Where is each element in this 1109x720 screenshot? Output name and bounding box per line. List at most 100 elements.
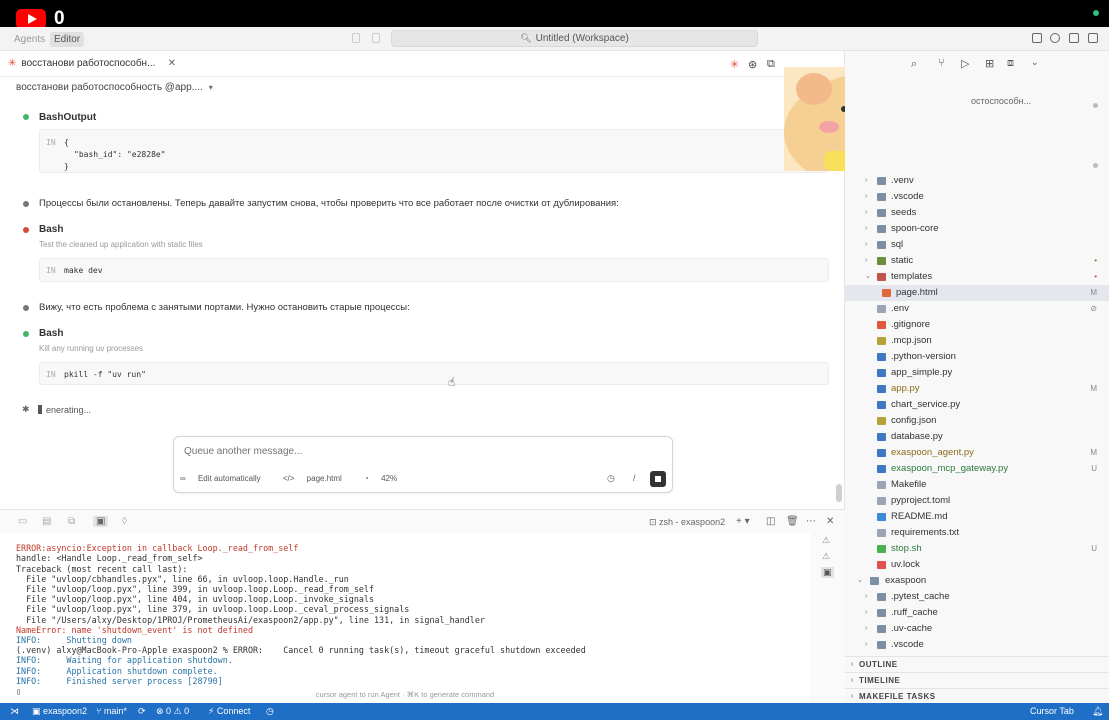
title-bar: Agents Editor 🔍︎ Untitled (Workspace) — [0, 27, 1109, 51]
tree-item-vscode[interactable]: › .vscode — [845, 189, 1109, 205]
tree-item-python-version[interactable]: .python-version — [845, 349, 1109, 365]
spinner-icon: ✳ — [8, 58, 17, 69]
scrollbar-thumb[interactable] — [836, 484, 842, 502]
extensions-icon[interactable]: ⊞ — [985, 57, 994, 70]
explorer-crumb: остоспособн... — [971, 96, 1032, 106]
tree-item-exaspoon-mcp-gateway[interactable]: exaspoon_mcp_gateway.py U — [845, 461, 1109, 477]
repo-indicator[interactable]: ▣ exaspoon2 — [32, 703, 87, 720]
remote-icon[interactable]: ⧈ — [1007, 57, 1014, 70]
tab-agents[interactable]: Agents — [10, 32, 49, 47]
tree-item-page-html[interactable]: page.html M — [845, 285, 1109, 301]
debug-icon[interactable]: ▷ — [961, 57, 969, 70]
tree-item-spoon-core[interactable]: › spoon-core — [845, 221, 1109, 237]
remote-icon[interactable]: ⋊ — [10, 703, 19, 720]
tool-title: Bash — [39, 224, 64, 235]
section-outline[interactable]: › OUTLINE — [845, 656, 1109, 672]
trash-icon[interactable]: 🗑︎ — [786, 516, 799, 527]
tree-item-venv[interactable]: › .venv — [845, 173, 1109, 189]
edit-mode-button[interactable]: ∞ Edit automatically — [180, 474, 271, 483]
chat-subtitle[interactable]: восстанови работоспособность @app.... ▾ — [16, 82, 213, 93]
search-icon[interactable]: ⌕ — [911, 58, 917, 71]
tree-item-app-simple[interactable]: app_simple.py — [845, 365, 1109, 381]
output-icon[interactable]: ▤ — [42, 516, 51, 527]
section-makefile-tasks[interactable]: › MAKEFILE TASKS — [845, 688, 1109, 704]
terminal-icon[interactable]: ▣ — [821, 567, 834, 578]
toggle-panel-icon[interactable] — [1088, 33, 1098, 43]
tree-item-uv-cache[interactable]: › .uv-cache — [845, 621, 1109, 637]
history-icon[interactable]: ◷ — [266, 703, 274, 720]
more-icon[interactable]: ⋯ — [806, 516, 816, 527]
tree-item-static[interactable]: › static • — [845, 253, 1109, 269]
tree-label: app_simple.py — [891, 367, 953, 378]
forward-icon[interactable] — [372, 33, 380, 43]
history-icon[interactable]: ◷ — [607, 473, 615, 484]
context-usage[interactable]: ◔ 42% — [364, 474, 407, 483]
settings-icon[interactable] — [1050, 33, 1060, 43]
tree-item-config-json[interactable]: config.json — [845, 413, 1109, 429]
git-icon[interactable]: ⑂ — [938, 57, 945, 69]
tree-item-seeds[interactable]: › seeds — [845, 205, 1109, 221]
tree-item-exaspoon[interactable]: ⌄ exaspoon — [845, 573, 1109, 589]
tree-item-templates[interactable]: ⌄ templates • — [845, 269, 1109, 285]
tab-editor[interactable]: Editor — [50, 32, 85, 47]
section-timeline[interactable]: › TIMELINE — [845, 672, 1109, 688]
tree-item-env[interactable]: .env ⊘ — [845, 301, 1109, 317]
bell-icon[interactable]: 🔔︎ — [1092, 703, 1103, 720]
chevron-right-icon: › — [851, 661, 854, 668]
cursor-tab-status[interactable]: Cursor Tab — [1030, 703, 1074, 720]
new-terminal-icon[interactable]: + ▾ — [736, 516, 750, 527]
tree-item-readme[interactable]: README.md — [845, 509, 1109, 525]
edit-mode-label: Edit automatically — [197, 474, 261, 483]
context-file-chip[interactable]: </> page.html — [283, 474, 352, 483]
split-terminal-icon[interactable]: ◫ — [766, 516, 775, 527]
close-panel-icon[interactable]: ✕ — [826, 516, 834, 527]
tree-item-requirements[interactable]: requirements.txt — [845, 525, 1109, 541]
terminal-icon[interactable]: ▣ — [93, 516, 109, 527]
tree-item-sql[interactable]: › sql — [845, 237, 1109, 253]
tree-item-chart-service[interactable]: chart_service.py — [845, 397, 1109, 413]
openai-icon[interactable]: ⊛ — [748, 58, 757, 71]
ports-icon[interactable]: ◊ — [122, 516, 127, 527]
tree-item-database[interactable]: database.py — [845, 429, 1109, 445]
branch-indicator[interactable]: ⑂ main* — [96, 703, 127, 720]
close-icon[interactable]: ✕ — [168, 58, 176, 69]
tree-item-gitignore[interactable]: .gitignore — [845, 317, 1109, 333]
tree-item-vscode-2[interactable]: › .vscode — [845, 637, 1109, 653]
chevron-right-icon: › — [865, 177, 868, 184]
git-status: U — [1091, 464, 1097, 473]
back-icon[interactable] — [352, 33, 360, 43]
warning-icon[interactable]: ⚠ — [822, 551, 830, 562]
connect-button[interactable]: ⚡ Connect — [208, 703, 250, 720]
tree-item-ruff-cache[interactable]: › .ruff_cache — [845, 605, 1109, 621]
terminal-toolbar: ▭ ▤ ⧉ ▣ ◊ ⊡ zsh - exaspoon2 + ▾ ◫ 🗑︎ ⋯ ✕ — [0, 509, 845, 533]
stop-button[interactable] — [650, 471, 666, 487]
tree-item-pytest-cache[interactable]: › .pytest_cache — [845, 589, 1109, 605]
terminal-shell-label[interactable]: ⊡ zsh - exaspoon2 — [649, 517, 725, 528]
sync-icon[interactable]: ⟳ — [138, 703, 146, 720]
chevron-down-icon[interactable]: ⌄ — [1031, 57, 1039, 68]
tree-label: static — [891, 255, 914, 266]
agent-icon[interactable]: ✳ — [730, 58, 739, 71]
tree-item-app-py[interactable]: app.py M — [845, 381, 1109, 397]
tree-item-uv-lock[interactable]: uv.lock — [845, 557, 1109, 573]
layout-panel-icon[interactable] — [1032, 33, 1042, 43]
python-file-icon — [877, 385, 886, 393]
debug-icon[interactable]: ⧉ — [68, 516, 75, 527]
problems-indicator[interactable]: ⊗ 0 ⚠ 0 — [156, 703, 189, 720]
slash-command-icon[interactable]: / — [633, 473, 636, 483]
tree-item-stop-sh[interactable]: stop.sh U — [845, 541, 1109, 557]
copy-icon[interactable]: ⧉ — [767, 58, 775, 71]
message-input[interactable] — [184, 446, 654, 457]
terminal-line: NameError: name 'shutdown_event' is not … — [16, 624, 253, 635]
tree-item-makefile[interactable]: Makefile — [845, 477, 1109, 493]
tree-item-mcp-json[interactable]: .mcp.json — [845, 333, 1109, 349]
tree-item-exaspoon-agent[interactable]: exaspoon_agent.py M — [845, 445, 1109, 461]
problems-icon[interactable]: ▭ — [18, 516, 27, 527]
warning-icon[interactable]: ⚠ — [822, 535, 830, 546]
code-icon: </> — [282, 474, 297, 483]
terminal-output[interactable]: ERROR:asyncio:Exception in callback Loop… — [0, 533, 810, 703]
chat-tab[interactable]: ✳ восстанови работоспособн... ✕ — [0, 51, 180, 77]
toggle-sidebar-icon[interactable] — [1069, 33, 1079, 43]
tree-item-pyproject[interactable]: pyproject.toml — [845, 493, 1109, 509]
workspace-search[interactable]: 🔍︎ Untitled (Workspace) — [391, 30, 758, 47]
